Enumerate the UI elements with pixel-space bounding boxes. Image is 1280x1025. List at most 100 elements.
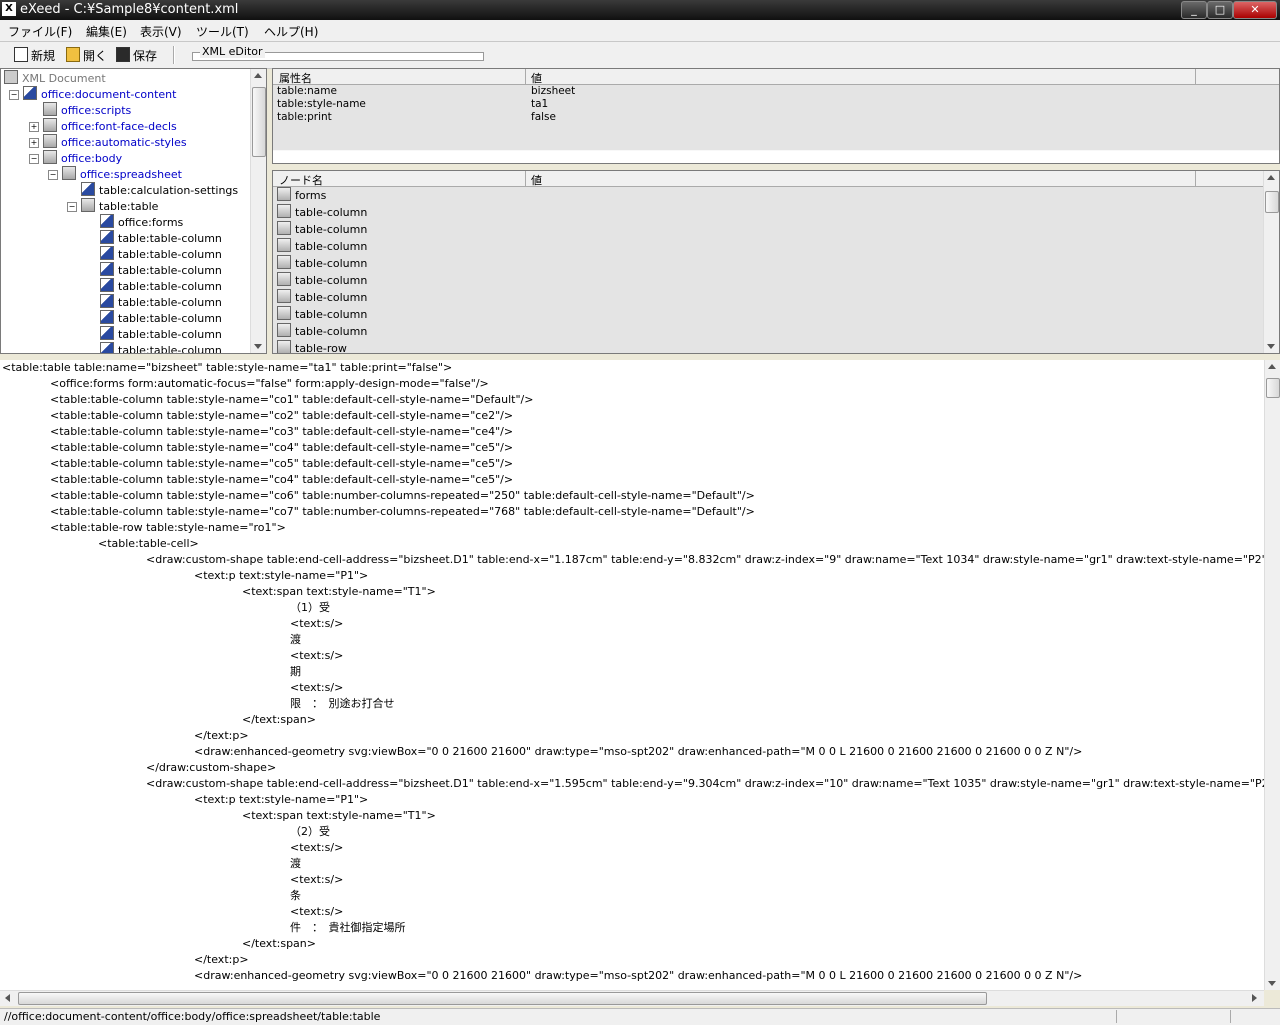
attribute-grid[interactable]: 属性名 値 table:name bizsheet table:style-name… [272,68,1280,164]
xml-line[interactable]: <table:table-column table:style-name="co… [50,456,513,472]
node-row[interactable]: table-column [277,221,367,238]
xml-line[interactable]: </text:span> [242,936,316,952]
node-row[interactable]: table-column [277,323,367,340]
tree-node[interactable]: table:table-column [100,294,222,310]
node-row[interactable]: table-column [277,204,367,221]
attribute-row[interactable]: table:name bizsheet [273,85,1279,99]
node-row[interactable]: table-column [277,289,367,306]
attribute-row[interactable]: table:style-name ta1 [273,98,1279,112]
tree-scroll-thumb[interactable] [252,87,266,157]
xml-line[interactable]: <draw:enhanced-geometry svg:viewBox="0 0… [194,968,1082,984]
xml-line[interactable]: <draw:enhanced-geometry svg:viewBox="0 0… [194,744,1082,760]
collapse-icon[interactable]: − [67,202,77,212]
xml-line[interactable]: <text:p text:style-name="P1"> [194,792,368,808]
source-scroll-thumb[interactable] [1266,378,1280,398]
scroll-up-icon[interactable] [254,73,262,78]
attr-value-header[interactable]: 値 [531,70,542,86]
node-row[interactable]: table-column [277,306,367,323]
attr-name-header[interactable]: 属性名 [279,70,312,86]
tree-node[interactable]: office:scripts [43,102,131,118]
tree-node[interactable]: − office:document-content [9,86,176,102]
xml-line[interactable]: <table:table-column table:style-name="co… [50,440,513,456]
scroll-down-icon[interactable] [1267,344,1275,349]
scroll-down-icon[interactable] [254,344,262,349]
xml-line[interactable]: <text:p text:style-name="P1"> [194,568,368,584]
tree-node[interactable]: table:table-column [100,230,222,246]
xml-line[interactable]: <office:forms form:automatic-focus="fals… [50,376,489,392]
save-button[interactable]: 保存 [116,47,157,63]
xml-line[interactable]: <text:span text:style-name="T1"> [242,584,436,600]
scroll-right-icon[interactable] [1252,994,1257,1002]
xml-line[interactable]: </text:p> [194,728,249,744]
attribute-value[interactable]: bizsheet [531,85,575,98]
xml-line[interactable]: <text:s/> [290,872,343,888]
tree-node[interactable]: + office:font-face-decls [29,118,177,134]
node-row[interactable]: table-column [277,272,367,289]
column-divider[interactable] [1195,171,1196,186]
xml-line[interactable]: <text:s/> [290,840,343,856]
node-row[interactable]: table-column [277,255,367,272]
xml-line[interactable]: 限 ： 別途お打合せ [290,696,395,712]
attribute-value[interactable]: false [531,111,556,124]
title-bar[interactable]: X eXeed - C:¥Sample8¥content.xml _ □ ✕ [0,0,1280,20]
tree-scrollbar[interactable] [250,69,266,353]
xml-line[interactable]: <draw:custom-shape table:end-cell-addres… [146,552,1280,568]
xml-line[interactable]: 期 [290,664,301,680]
expand-icon[interactable]: + [29,122,39,132]
tree-node[interactable]: table:table-column [100,326,222,342]
tree-node[interactable]: − office:spreadsheet [48,166,182,182]
attribute-row[interactable]: table:print false [273,111,1279,125]
attribute-row[interactable] [273,137,1279,151]
node-scroll-thumb[interactable] [1265,191,1279,213]
attribute-row[interactable] [273,124,1279,138]
xml-line[interactable]: </text:span> [242,712,316,728]
scroll-up-icon[interactable] [1268,364,1276,369]
menu-help[interactable]: ヘルプ(H) [264,23,318,40]
source-scrollbar[interactable] [1264,360,1280,990]
expand-icon[interactable]: + [29,138,39,148]
xml-line[interactable]: <text:s/> [290,616,343,632]
tree-node[interactable]: − office:body [29,150,122,166]
xml-line[interactable]: </text:p> [194,952,249,968]
xml-line[interactable]: 件 ： 貴社御指定場所 [290,920,406,936]
node-row[interactable]: table-row [277,340,347,353]
xml-line[interactable]: </draw:custom-shape> [146,760,276,776]
node-value-header[interactable]: 値 [531,172,542,188]
open-button[interactable]: 開く [66,47,107,63]
xml-line[interactable]: <table:table-column table:style-name="co… [50,408,513,424]
menu-file[interactable]: ファイル(F) [8,23,72,40]
scroll-down-icon[interactable] [1268,981,1276,986]
tree-node[interactable]: table:table-column [100,262,222,278]
menu-view[interactable]: 表示(V) [140,23,182,40]
node-name-header[interactable]: ノード名 [279,172,323,188]
xml-tree-view[interactable]: XML Document − office:document-content off… [0,68,267,354]
close-button[interactable]: ✕ [1233,1,1277,19]
tree-node[interactable]: office:forms [100,214,183,230]
scroll-left-icon[interactable] [5,994,10,1002]
node-row[interactable]: table-column [277,238,367,255]
xml-line[interactable]: 渡 [290,632,301,648]
xml-line[interactable]: <text:s/> [290,904,343,920]
xml-line[interactable]: <draw:custom-shape table:end-cell-addres… [146,776,1280,792]
tree-root[interactable]: XML Document [4,70,106,86]
tree-node[interactable]: table:table-column [100,246,222,262]
tree-node[interactable]: − table:table [67,198,158,214]
source-hscrollbar[interactable] [0,990,1264,1006]
new-button[interactable]: 新規 [14,47,55,63]
scroll-up-icon[interactable] [1267,175,1275,180]
source-hscroll-thumb[interactable] [18,992,987,1005]
xml-line[interactable]: （2）受 [290,824,330,840]
collapse-icon[interactable]: − [48,170,58,180]
xml-line[interactable]: <table:table-cell> [98,536,199,552]
xml-line[interactable]: <table:table-column table:style-name="co… [50,472,513,488]
xml-line[interactable]: <text:s/> [290,648,343,664]
tree-node[interactable]: table:table-column [100,278,222,294]
xml-line[interactable]: <table:table-column table:style-name="co… [50,424,513,440]
xml-line[interactable]: <table:table-column table:style-name="co… [50,488,755,504]
column-divider[interactable] [525,69,526,84]
xml-line[interactable]: 条 [290,888,301,904]
column-divider[interactable] [525,171,526,186]
xml-source-view[interactable]: <table:table table:name="bizsheet" table… [0,360,1280,990]
node-scrollbar[interactable] [1263,171,1279,353]
xml-line[interactable]: <text:span text:style-name="T1"> [242,808,436,824]
